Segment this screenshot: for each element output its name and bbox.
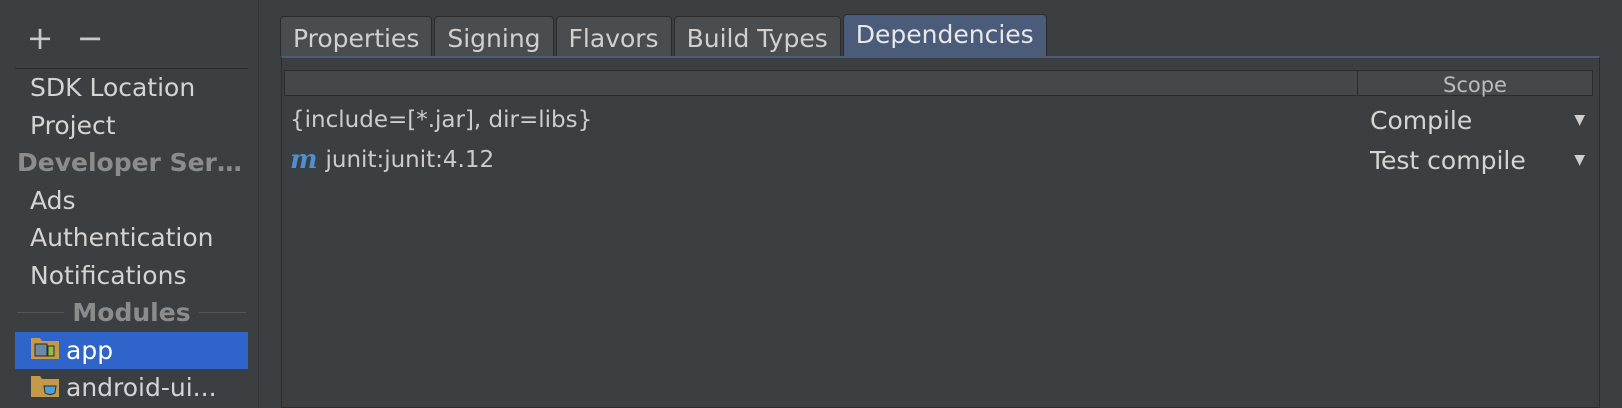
tab-properties[interactable]: Properties bbox=[280, 16, 433, 56]
tab-signing[interactable]: Signing bbox=[434, 16, 554, 56]
splitter[interactable] bbox=[258, 0, 259, 408]
dependencies-panel: Scope {include=[*.jar], dir=libs} Compil… bbox=[281, 56, 1600, 408]
dependency-name: {include=[*.jar], dir=libs} bbox=[290, 107, 593, 133]
module-label: android-ui... bbox=[66, 373, 217, 403]
sidebar-item-authentication[interactable]: Authentication bbox=[15, 219, 248, 257]
scope-value: Test compile bbox=[1370, 145, 1526, 175]
tab-bar: Properties Signing Flavors Build Types D… bbox=[280, 14, 1047, 56]
table-row[interactable]: m junit:junit:4.12 Test compile ▼ bbox=[290, 140, 1589, 180]
sidebar-item-ads[interactable]: Ads bbox=[15, 182, 248, 220]
sidebar-toolbar: + − bbox=[26, 18, 104, 58]
project-structure-window: + − SDK Location Project Developer Servi… bbox=[0, 0, 1622, 408]
section-modules-label: Modules bbox=[72, 298, 191, 328]
scope-dropdown[interactable]: Test compile ▼ bbox=[1368, 140, 1589, 180]
remove-button[interactable]: − bbox=[76, 18, 104, 58]
module-label: app bbox=[66, 335, 114, 365]
section-modules: Modules bbox=[15, 294, 248, 332]
java-module-icon bbox=[30, 372, 60, 404]
section-developer-services: Developer Servi... bbox=[17, 148, 248, 177]
android-module-icon bbox=[30, 334, 60, 366]
dependency-cell: {include=[*.jar], dir=libs} bbox=[290, 107, 592, 133]
scope-dropdown[interactable]: Compile ▼ bbox=[1368, 100, 1589, 140]
scope-column-header[interactable]: Scope bbox=[1358, 71, 1592, 97]
tab-flavors[interactable]: Flavors bbox=[555, 16, 672, 56]
add-button[interactable]: + bbox=[26, 18, 54, 58]
dependency-name: junit:junit:4.12 bbox=[325, 147, 495, 173]
sidebar: SDK Location Project Developer Servi... … bbox=[15, 68, 248, 408]
sidebar-module-android-ui[interactable]: android-ui... bbox=[15, 369, 248, 407]
maven-library-icon: m bbox=[290, 145, 318, 175]
table-header: Scope bbox=[284, 70, 1593, 97]
sidebar-item-notifications[interactable]: Notifications bbox=[15, 257, 248, 295]
tab-build-types[interactable]: Build Types bbox=[673, 16, 841, 56]
tab-dependencies[interactable]: Dependencies bbox=[842, 14, 1047, 56]
dependency-cell: m junit:junit:4.12 bbox=[290, 145, 494, 175]
chevron-down-icon: ▼ bbox=[1574, 112, 1585, 128]
scope-value: Compile bbox=[1370, 105, 1473, 135]
sidebar-item-project[interactable]: Project bbox=[15, 107, 248, 145]
separator-line bbox=[17, 312, 65, 314]
table-row[interactable]: {include=[*.jar], dir=libs} Compile ▼ bbox=[290, 100, 1589, 140]
separator-line bbox=[198, 312, 246, 314]
sidebar-module-app[interactable]: app bbox=[15, 331, 248, 369]
chevron-down-icon: ▼ bbox=[1574, 152, 1585, 168]
sidebar-item-sdk-location[interactable]: SDK Location bbox=[15, 69, 248, 107]
